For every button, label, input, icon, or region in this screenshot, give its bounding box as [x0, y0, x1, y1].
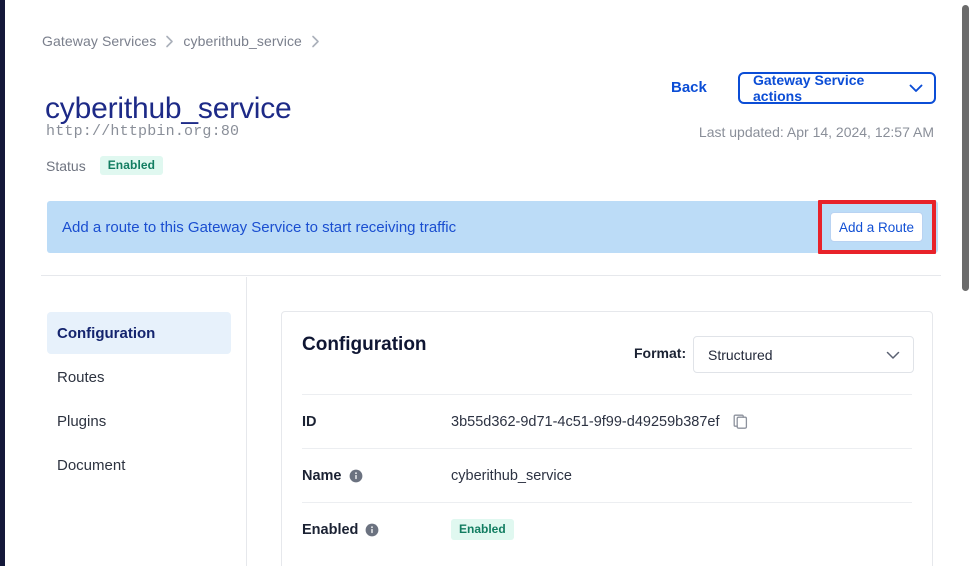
gateway-service-actions-button[interactable]: Gateway Service actions — [738, 72, 936, 104]
sidebar-item-configuration[interactable]: Configuration — [47, 312, 231, 354]
configuration-card: Configuration Format: Structured ID 3b55… — [281, 311, 933, 566]
chevron-right-icon — [311, 35, 320, 48]
sub-navigation: Configuration Routes Plugins Document — [47, 312, 231, 488]
vertical-scrollbar-thumb[interactable] — [962, 5, 969, 291]
sidebar-item-plugins[interactable]: Plugins — [47, 400, 231, 442]
status-row: Status Enabled — [46, 156, 164, 175]
field-label-text: Enabled — [302, 521, 359, 538]
page-title: cyberithub_service — [45, 92, 292, 126]
sidebar-item-label: Routes — [57, 368, 105, 386]
format-select-value: Structured — [708, 346, 773, 363]
chevron-down-icon — [909, 84, 923, 93]
last-updated-text: Last updated: Apr 14, 2024, 12:57 AM — [698, 124, 934, 140]
sidebar-item-label: Configuration — [57, 324, 156, 342]
chevron-down-icon — [886, 347, 900, 363]
table-row: ID 3b55d362-9d71-4c51-9f99-d49259b387ef — [302, 394, 912, 448]
sidebar-item-label: Document — [57, 456, 126, 474]
add-a-route-button[interactable]: Add a Route — [830, 212, 923, 242]
field-value-id: 3b55d362-9d71-4c51-9f99-d49259b387ef — [451, 414, 748, 430]
sidebar-item-routes[interactable]: Routes — [47, 356, 231, 398]
content-divider-vertical — [246, 277, 247, 566]
field-label-id: ID — [302, 414, 451, 430]
back-link[interactable]: Back — [671, 79, 707, 96]
field-value-name: cyberithub_service — [451, 468, 572, 484]
service-url: http://httpbin.org:80 — [46, 123, 240, 140]
table-row: Enabled Enabled — [302, 502, 912, 556]
table-row: Name cyberithub_service — [302, 448, 912, 502]
breadcrumb-item-cyberithub-service[interactable]: cyberithub_service — [183, 33, 302, 49]
status-label: Status — [46, 157, 86, 174]
add-route-banner-text: Add a route to this Gateway Service to s… — [62, 218, 457, 236]
breadcrumb: Gateway Services cyberithub_service — [42, 33, 329, 49]
field-label-enabled: Enabled — [302, 522, 451, 538]
configuration-card-header: Configuration Format: Structured — [282, 312, 932, 394]
field-label-text: Name — [302, 467, 342, 484]
add-route-banner: Add a route to this Gateway Service to s… — [47, 201, 938, 253]
configuration-card-title: Configuration — [302, 334, 427, 355]
field-label-text: ID — [302, 413, 317, 430]
format-select[interactable]: Structured — [693, 336, 914, 373]
gateway-service-actions-label: Gateway Service actions — [753, 72, 865, 104]
field-value-enabled: Enabled — [451, 519, 514, 540]
sidebar-item-document[interactable]: Document — [47, 444, 231, 486]
status-badge: Enabled — [99, 156, 164, 175]
field-label-name: Name — [302, 468, 451, 484]
enabled-badge: Enabled — [451, 519, 514, 540]
field-value-text: cyberithub_service — [451, 467, 572, 484]
chevron-right-icon — [165, 35, 174, 48]
vertical-scrollbar[interactable] — [960, 0, 971, 566]
format-label: Format: — [634, 345, 687, 361]
field-value-text: 3b55d362-9d71-4c51-9f99-d49259b387ef — [451, 413, 720, 430]
sidebar-item-label: Plugins — [57, 412, 107, 430]
main-content: Gateway Services cyberithub_service cybe… — [5, 0, 960, 566]
breadcrumb-item-gateway-services[interactable]: Gateway Services — [42, 33, 156, 49]
content-divider-horizontal — [41, 275, 941, 276]
info-icon[interactable] — [365, 523, 379, 537]
info-icon[interactable] — [349, 469, 363, 483]
copy-icon[interactable] — [733, 414, 748, 430]
page-root: Gateway Services cyberithub_service cybe… — [0, 0, 971, 566]
